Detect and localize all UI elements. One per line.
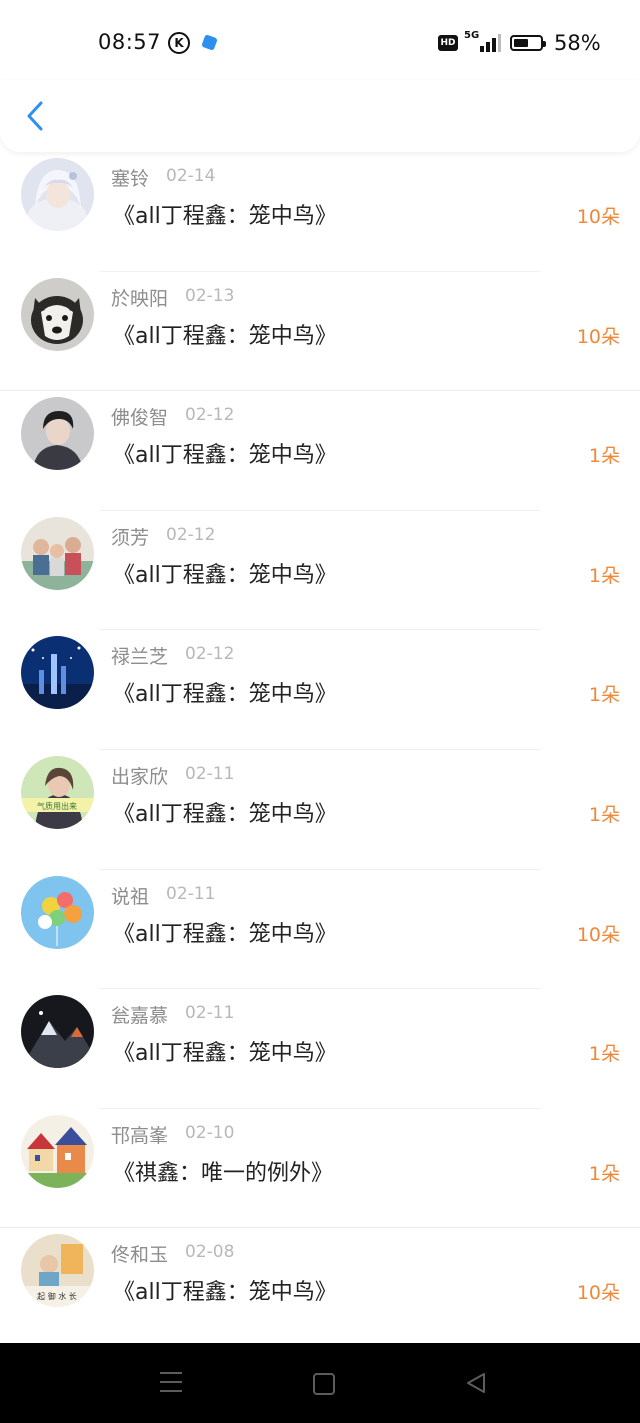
list-item[interactable]: 塞铃 02-14 《all丁程鑫：笼中鸟》 10朵 [0, 152, 640, 272]
donor-name: 禄兰芝 [111, 646, 169, 669]
list-item[interactable]: 说祖 02-11 《all丁程鑫：笼中鸟》 10朵 [0, 870, 640, 990]
donor-name: 说祖 [111, 885, 150, 908]
donation-date: 02-12 [185, 405, 235, 426]
navigation-bar [0, 1343, 640, 1423]
flower-count: 1朵 [588, 564, 620, 587]
k-app-icon: K [168, 32, 190, 54]
battery-level-fill [514, 39, 528, 47]
list-item[interactable]: 佛俊智 02-12 《all丁程鑫：笼中鸟》 1朵 [0, 391, 640, 511]
donor-name: 出家欣 [111, 765, 169, 788]
home-icon[interactable] [313, 1373, 335, 1395]
back-button[interactable] [18, 94, 58, 138]
avatar[interactable]: 起 御 水 长 [21, 1234, 94, 1308]
work-title: 《all丁程鑫：笼中鸟》 [113, 682, 337, 708]
flower-count: 10朵 [576, 325, 620, 348]
avatar-badge-text: 起 御 水 长 [37, 1291, 77, 1301]
list-item[interactable]: 邗高峯 02-10 《祺鑫：唯一的例外》 1朵 [0, 1109, 640, 1229]
avatar[interactable] [21, 995, 94, 1069]
donor-name: 邗高峯 [111, 1124, 169, 1147]
avatar[interactable] [21, 875, 94, 949]
donation-date: 02-10 [185, 1122, 235, 1143]
donation-date: 02-11 [166, 883, 216, 904]
list-item[interactable]: 於映阳 02-13 《all丁程鑫：笼中鸟》 10朵 [0, 272, 640, 392]
donation-date: 02-13 [185, 285, 235, 306]
work-title: 《all丁程鑫：笼中鸟》 [113, 921, 337, 947]
list-item[interactable]: 起 御 水 长 佟和玉 02-08 《all丁程鑫：笼中鸟》 10朵 [0, 1228, 640, 1348]
work-title: 《all丁程鑫：笼中鸟》 [113, 801, 337, 827]
flower-count: 1朵 [588, 684, 620, 707]
work-title: 《all丁程鑫：笼中鸟》 [113, 323, 337, 349]
donation-date: 02-11 [185, 763, 235, 784]
list-item[interactable]: 禄兰芝 02-12 《all丁程鑫：笼中鸟》 1朵 [0, 630, 640, 750]
hd-icon: HD [438, 35, 458, 51]
list-item[interactable]: 瓮嘉慕 02-11 《all丁程鑫：笼中鸟》 1朵 [0, 989, 640, 1109]
flower-count: 1朵 [588, 1043, 620, 1066]
avatar[interactable] [21, 397, 94, 471]
avatar[interactable] [21, 1114, 94, 1188]
donor-name: 须芳 [111, 526, 150, 549]
signal-icon: 5G [464, 30, 501, 54]
network-type-label: 5G [464, 30, 480, 41]
donor-name: 瓮嘉慕 [111, 1005, 169, 1028]
avatar-badge-text: 气质用出来 [37, 801, 77, 811]
donation-date: 02-11 [185, 1003, 235, 1024]
donor-name: 於映阳 [111, 287, 169, 310]
avatar[interactable] [21, 277, 94, 351]
flower-count: 1朵 [588, 445, 620, 468]
avatar[interactable] [21, 158, 94, 231]
header [0, 80, 640, 152]
battery-icon [510, 35, 546, 51]
status-bar: 08:57 K HD 5G 58% [0, 0, 640, 88]
work-title: 《all丁程鑫：笼中鸟》 [113, 562, 337, 588]
donation-date: 02-08 [185, 1242, 235, 1263]
flower-record-list: 塞铃 02-14 《all丁程鑫：笼中鸟》 10朵 於映阳 02-13 《all… [0, 152, 640, 1348]
app-notification-icon [201, 34, 218, 51]
work-title: 《祺鑫：唯一的例外》 [113, 1160, 334, 1186]
list-item[interactable]: 气质用出来 出家欣 02-11 《all丁程鑫：笼中鸟》 1朵 [0, 750, 640, 870]
status-time: 08:57 [98, 30, 162, 54]
battery-percent: 58% [554, 31, 601, 55]
flower-count: 1朵 [588, 803, 620, 826]
list-item[interactable]: 须芳 02-12 《all丁程鑫：笼中鸟》 1朵 [0, 511, 640, 631]
donor-name: 佟和玉 [111, 1244, 169, 1267]
donor-name: 佛俊智 [111, 407, 169, 430]
donation-date: 02-14 [166, 166, 216, 186]
flower-count: 10朵 [576, 1282, 620, 1305]
donor-name: 塞铃 [111, 168, 150, 190]
work-title: 《all丁程鑫：笼中鸟》 [113, 1041, 337, 1067]
avatar[interactable] [21, 516, 94, 590]
back-triangle-icon[interactable] [464, 1371, 488, 1395]
avatar[interactable]: 气质用出来 [21, 755, 94, 829]
work-title: 《all丁程鑫：笼中鸟》 [113, 443, 337, 469]
menu-icon[interactable] [160, 1372, 182, 1392]
donation-date: 02-12 [185, 644, 235, 665]
avatar[interactable] [21, 636, 94, 710]
flower-count: 1朵 [588, 1162, 620, 1185]
donation-date: 02-12 [166, 524, 216, 545]
flower-count: 10朵 [576, 923, 620, 946]
work-title: 《all丁程鑫：笼中鸟》 [113, 204, 337, 229]
flower-count: 10朵 [576, 206, 620, 228]
chevron-left-icon [27, 101, 43, 131]
work-title: 《all丁程鑫：笼中鸟》 [113, 1280, 337, 1306]
